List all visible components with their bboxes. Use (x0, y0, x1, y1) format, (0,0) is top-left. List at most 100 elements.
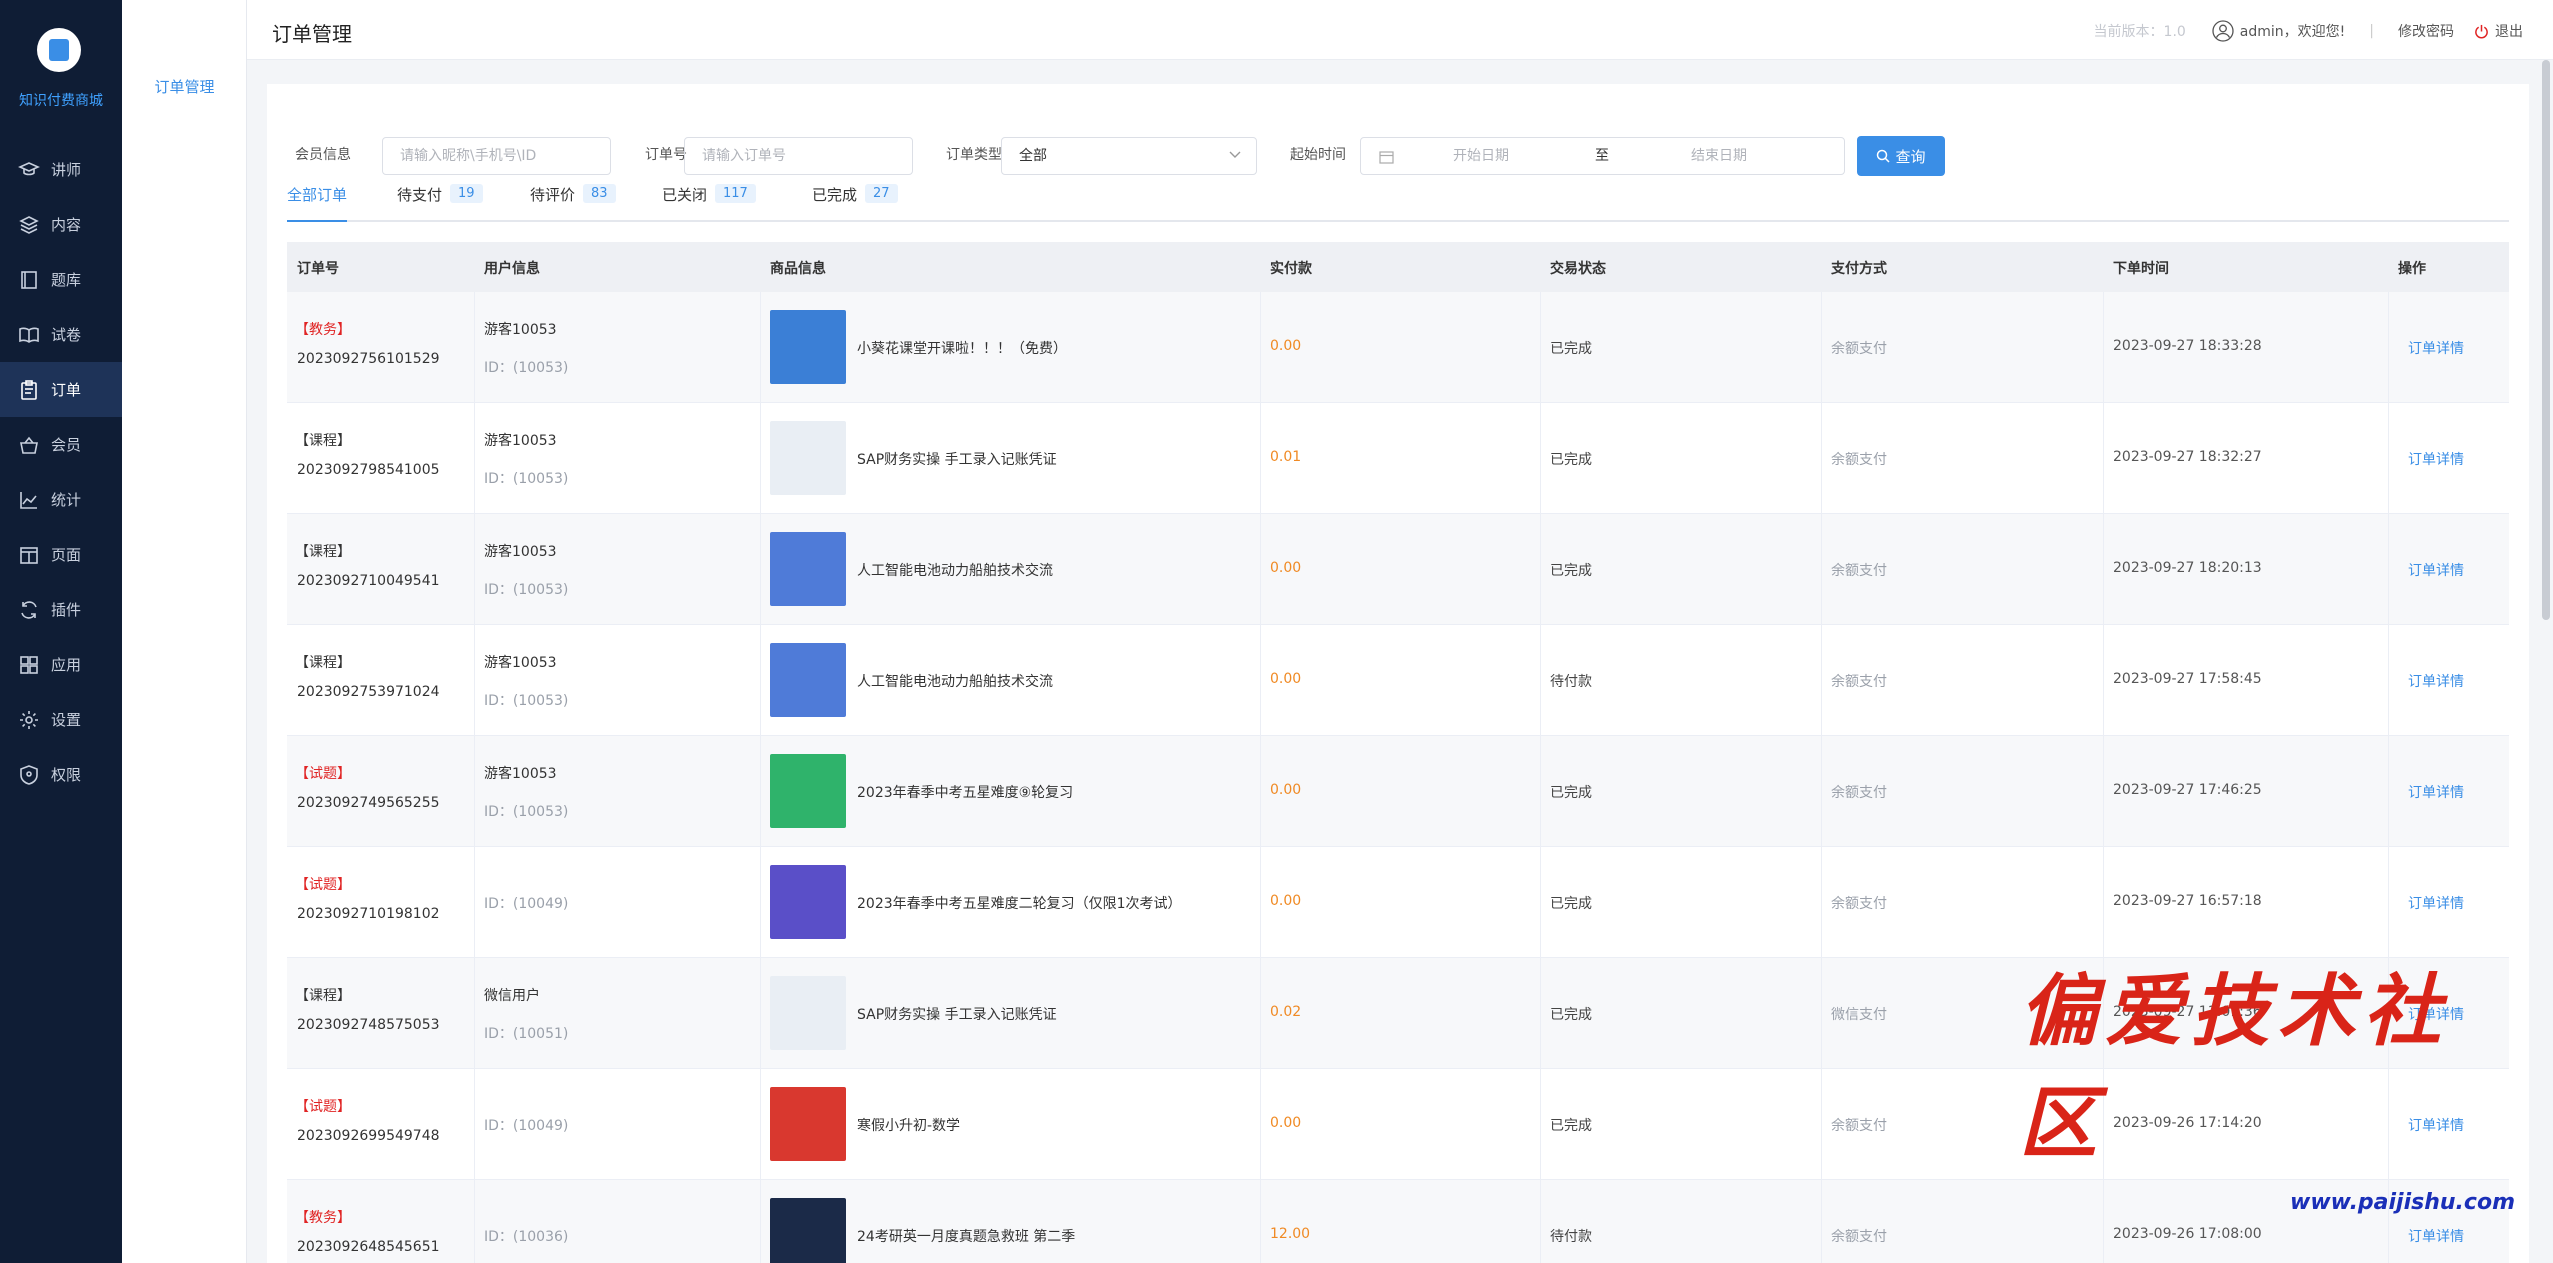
range-separator: 至 (1595, 148, 1609, 164)
query-button-label: 查询 (1895, 147, 1926, 166)
sidebar-item-label: 权限 (51, 766, 82, 784)
column-divider (2103, 403, 2104, 514)
end-date-input[interactable]: 结束日期 (1691, 138, 1747, 174)
table-row: 【课程】 2023092710049541 游客10053 ID：(10053) 人工智… (287, 514, 2509, 625)
product-name: SAP财务实操 手工录入记账凭证 (857, 1007, 1057, 1023)
column-divider (760, 1069, 761, 1180)
order-type-tag: 【教务】 (295, 322, 351, 338)
submenu-item-order-management[interactable]: 订单管理 (122, 76, 247, 97)
order-detail-link[interactable]: 订单详情 (2408, 782, 2464, 802)
tab-label: 全部订单 (287, 186, 348, 204)
column-header: 订单号 (297, 261, 339, 277)
table-row: 【试题】 2023092710198102 ID：(10049) 2023年春季中考五… (287, 847, 2509, 958)
page-icon (20, 546, 38, 564)
order-type-select[interactable]: 全部 (1001, 137, 1257, 175)
sidebar-item-4[interactable]: 订单 (0, 362, 122, 417)
column-divider (760, 625, 761, 736)
query-button[interactable]: 查询 (1857, 136, 1945, 176)
column-divider (1540, 847, 1541, 958)
payment-method: 余额支付 (1831, 341, 1887, 357)
open-book-icon (19, 327, 39, 343)
power-icon (2475, 24, 2488, 38)
tab-label: 已完成 (812, 186, 858, 204)
column-divider (2388, 403, 2389, 514)
sidebar-item-5[interactable]: 会员 (0, 417, 122, 472)
column-divider (1821, 403, 1822, 514)
column-divider (760, 292, 761, 403)
trade-status: 已完成 (1550, 1007, 1592, 1023)
column-divider (474, 958, 475, 1069)
order-type-tag: 【课程】 (295, 544, 351, 560)
column-divider (474, 403, 475, 514)
order-time: 2023-09-27 18:33:28 (2113, 338, 2262, 354)
tab-1[interactable]: 待支付 19 (397, 180, 483, 222)
sidebar-item-label: 插件 (51, 601, 82, 619)
tab-label: 待评价 (530, 186, 576, 204)
column-divider (474, 1069, 475, 1180)
tab-3[interactable]: 已关闭 117 (662, 180, 756, 222)
clipboard-icon (21, 379, 37, 400)
member-search-input[interactable]: 请输入昵称\手机号\ID (382, 137, 611, 175)
sidebar-item-8[interactable]: 插件 (0, 582, 122, 637)
order-number: 2023092748575053 (297, 1017, 440, 1033)
sidebar-item-2[interactable]: 题库 (0, 252, 122, 307)
order-number: 2023092756101529 (297, 351, 440, 367)
sidebar-item-label: 题库 (51, 271, 82, 289)
order-number: 2023092648545651 (297, 1239, 440, 1255)
column-divider (1540, 1180, 1541, 1263)
logo-text: 知识付费商城 (19, 93, 103, 109)
user-id: ID：(10053) (484, 360, 569, 376)
logo-icon[interactable] (37, 28, 81, 72)
order-type-tag: 【教务】 (295, 1210, 351, 1226)
payment-method: 余额支付 (1831, 1229, 1887, 1245)
sidebar-item-6[interactable]: 统计 (0, 472, 122, 527)
order-status-tabs: 全部订单 待支付 19 待评价 83 已关闭 117 已完成 27 (287, 180, 2509, 222)
column-header: 下单时间 (2113, 261, 2169, 277)
sidebar-item-7[interactable]: 页面 (0, 527, 122, 582)
sidebar-item-3[interactable]: 试卷 (0, 307, 122, 362)
sidebar-item-0[interactable]: 讲师 (0, 142, 122, 197)
page-scrollbar[interactable] (2542, 60, 2550, 620)
welcome-text: admin，欢迎您! (2239, 24, 2346, 40)
tab-2[interactable]: 待评价 83 (530, 180, 616, 222)
product-thumbnail (770, 1198, 846, 1263)
change-password-link[interactable]: 修改密码 (2398, 21, 2454, 41)
order-detail-link[interactable]: 订单详情 (2408, 338, 2464, 358)
column-divider (474, 514, 475, 625)
sidebar-item-1[interactable]: 内容 (0, 197, 122, 252)
column-divider (474, 736, 475, 847)
order-no-input[interactable]: 请输入订单号 (684, 137, 913, 175)
column-divider (474, 625, 475, 736)
time-label: 起始时间 (1290, 147, 1346, 163)
payment-method: 余额支付 (1831, 896, 1887, 912)
apps-icon (20, 655, 38, 674)
tab-4[interactable]: 已完成 27 (812, 180, 898, 222)
column-divider (474, 1180, 475, 1263)
order-type-tag: 【课程】 (295, 988, 351, 1004)
user-name: 游客10053 (484, 655, 557, 671)
product-name: 24考研英一月度真题急救班 第二季 (857, 1229, 1076, 1245)
payment-method: 余额支付 (1831, 674, 1887, 690)
order-detail-link[interactable]: 订单详情 (2408, 449, 2464, 469)
user-name: 游客10053 (484, 766, 557, 782)
order-no-label: 订单号 (645, 147, 687, 163)
user-id: ID：(10051) (484, 1026, 569, 1042)
tab-0[interactable]: 全部订单 (287, 180, 348, 222)
sidebar-item-11[interactable]: 权限 (0, 747, 122, 802)
order-detail-link[interactable]: 订单详情 (2408, 893, 2464, 913)
paid-amount: 0.01 (1270, 449, 1302, 465)
sidebar-item-10[interactable]: 设置 (0, 692, 122, 747)
order-number: 2023092699549748 (297, 1128, 440, 1144)
sidebar-item-9[interactable]: 应用 (0, 637, 122, 692)
logout-link[interactable]: 退出 (2495, 21, 2523, 41)
order-detail-link[interactable]: 订单详情 (2408, 671, 2464, 691)
start-date-input[interactable]: 开始日期 (1453, 138, 1509, 174)
date-range-picker[interactable]: 开始日期 至 结束日期 (1360, 137, 1845, 175)
column-divider (474, 292, 475, 403)
order-detail-link[interactable]: 订单详情 (2408, 560, 2464, 580)
line-chart-icon (20, 491, 37, 509)
paid-amount: 0.00 (1270, 893, 1302, 909)
user-id: ID：(10049) (484, 896, 569, 912)
column-header: 商品信息 (770, 261, 826, 277)
table-row: 【试题】 2023092749565255 游客10053 ID：(10053) 202… (287, 736, 2509, 847)
